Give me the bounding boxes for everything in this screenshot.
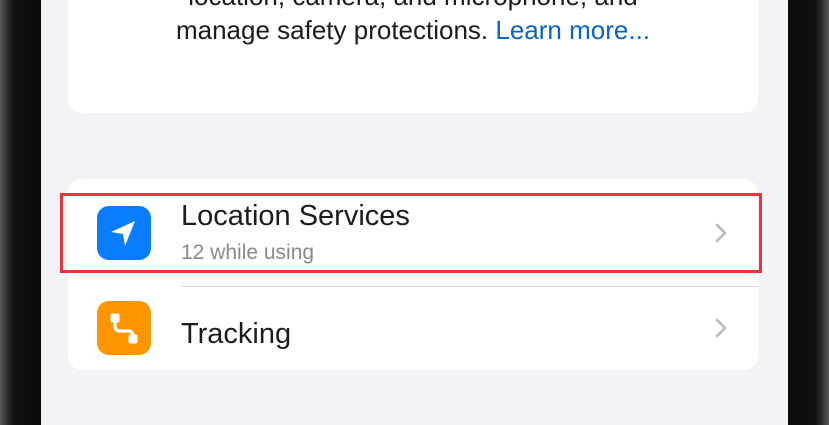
- learn-more-link[interactable]: Learn more...: [495, 15, 650, 45]
- tracking-title: Tracking: [181, 318, 292, 350]
- tracking-row[interactable]: Tracking: [68, 287, 758, 370]
- privacy-description-text: manage safety protections.: [175, 15, 489, 45]
- tracking-icon: [110, 313, 138, 344]
- privacy-description-card: location, camera, and microphone, and ma…: [68, 0, 758, 113]
- privacy-description-line-2: manage safety protections. Learn more...: [68, 14, 758, 46]
- privacy-description-line-1: location, camera, and microphone, and: [68, 0, 758, 12]
- tracking-app-icon: [97, 301, 151, 355]
- phone-frame: location, camera, and microphone, and ma…: [0, 0, 829, 425]
- chevron-right-icon: [715, 318, 727, 338]
- highlight-box: [60, 193, 762, 273]
